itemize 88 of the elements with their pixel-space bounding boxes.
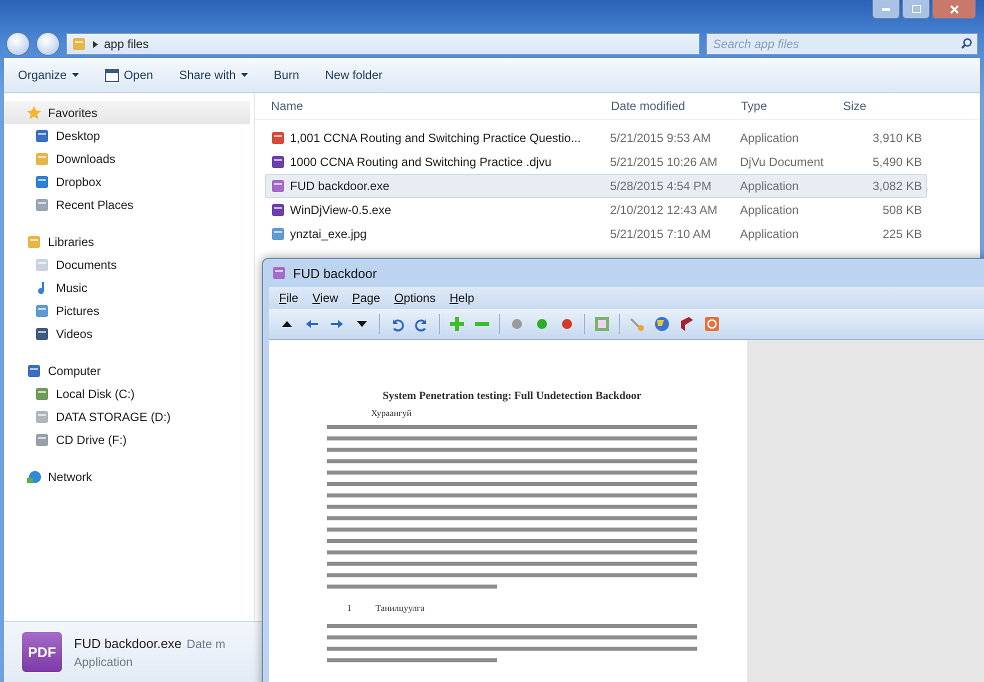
- file-row[interactable]: 1,001 CCNA Routing and Switching Practice Questio... 5/21/2015 9:53 AM Application 3,910 KB: [265, 126, 927, 150]
- file-type-icon: PDF: [22, 632, 62, 672]
- circle-icon[interactable]: [534, 316, 550, 332]
- sidebar-item[interactable]: Dropbox: [4, 170, 250, 193]
- type-cell-text: Application: [740, 203, 800, 217]
- file-row[interactable]: ynztai_exe.jpg 5/21/2015 7:10 AM Application 225 KB: [265, 222, 927, 246]
- date-cell-text: 5/28/2015 4:54 PM: [610, 179, 712, 193]
- sidebar-item[interactable]: Favorites: [4, 101, 250, 124]
- file-type: Application: [74, 654, 134, 668]
- circle-icon[interactable]: [559, 316, 575, 332]
- file-name: 1,001 CCNA Routing and Switching Practice Questio...: [290, 131, 581, 145]
- date-cell-text: 2/10/2012 12:43 AM: [610, 203, 718, 217]
- file-name: WinDjView-0.5.exe: [290, 203, 392, 217]
- date-cell-text: 5/21/2015 9:53 AM: [610, 131, 712, 145]
- section-number: 1: [347, 603, 352, 613]
- close-button[interactable]: [932, 0, 976, 19]
- menu-item[interactable]: View: [312, 291, 338, 305]
- sidebar-item[interactable]: Videos: [4, 322, 250, 345]
- minimize-icon: [882, 8, 890, 10]
- size-cell-text: 3,082 KB: [872, 179, 922, 193]
- sidebar-item[interactable]: Documents: [4, 253, 250, 276]
- chevron-icon: [93, 40, 98, 48]
- sidebar-item[interactable]: CD Drive (F:): [4, 428, 250, 451]
- back-button[interactable]: [6, 32, 30, 56]
- command-menu-button[interactable]: Organize: [18, 66, 79, 84]
- maximize-button[interactable]: [902, 0, 930, 19]
- type-cell-text: Application: [740, 227, 800, 241]
- file-name: FUD backdoor.exe: [290, 179, 390, 193]
- menu-item[interactable]: Help: [450, 291, 474, 305]
- network-icon: [26, 468, 42, 484]
- open-button[interactable]: Open: [104, 66, 154, 84]
- size-cell-text: 5,490 KB: [872, 155, 922, 169]
- picture-frame-icon[interactable]: [594, 316, 610, 332]
- maximize-icon: [912, 5, 920, 13]
- type-cell-text: Application: [740, 179, 800, 193]
- search-icon: [961, 38, 972, 49]
- power-icon[interactable]: [704, 316, 720, 332]
- command-button[interactable]: New folder: [325, 66, 382, 84]
- sidebar-item[interactable]: DATA STORAGE (D:): [4, 405, 250, 428]
- size-cell-text: 3,910 KB: [872, 131, 922, 145]
- section-heading: Танилцуулга: [376, 603, 424, 613]
- file-name: FUD backdoor.exe: [74, 636, 182, 650]
- column-header[interactable]: Name: [269, 99, 609, 113]
- sidebar-item[interactable]: Desktop: [4, 124, 250, 147]
- sidebar-item[interactable]: Pictures: [4, 299, 250, 322]
- search-field[interactable]: Search app files: [706, 33, 978, 55]
- menu-item[interactable]: Options: [394, 291, 436, 305]
- section-heading: Хураангуй: [370, 408, 413, 418]
- sidebar-item[interactable]: Computer: [4, 359, 250, 382]
- command-button[interactable]: Burn: [274, 66, 300, 84]
- column-header[interactable]: Date modified: [609, 99, 739, 113]
- star-icon: [26, 104, 42, 120]
- sidebar-item[interactable]: Local Disk (C:): [4, 382, 250, 405]
- date-cell-text: 5/21/2015 10:26 AM: [610, 155, 718, 169]
- menu-item[interactable]: Page: [352, 291, 380, 305]
- type-cell-text: Application: [740, 131, 800, 145]
- document-title: System Penetration testing: Full Undetection Backdoor: [382, 390, 642, 402]
- size-cell-text: 225 KB: [882, 227, 922, 241]
- size-cell-text: 508 KB: [882, 203, 922, 217]
- window-title: FUD backdoor: [293, 266, 377, 280]
- command-menu-button[interactable]: Share with: [179, 66, 248, 84]
- breadcrumb-item[interactable]: app files: [104, 37, 149, 51]
- sidebar-item[interactable]: Recent Places: [4, 193, 250, 216]
- file-name: ynztai_exe.jpg: [290, 227, 367, 241]
- sidebar-item[interactable]: Downloads: [4, 147, 250, 170]
- file-row[interactable]: 1000 CCNA Routing and Switching Practice .djvu 5/21/2015 10:26 AM DjVu Document 5,490 KB: [265, 150, 927, 174]
- window-icon: [104, 68, 119, 82]
- minimize-button[interactable]: [872, 0, 900, 19]
- file-row[interactable]: FUD backdoor.exe 5/28/2015 4:54 PM Application 3,082 KB: [265, 174, 927, 198]
- sidebar-item[interactable]: Network: [4, 465, 250, 488]
- field-label: Date m: [186, 636, 226, 650]
- column-header[interactable]: Type: [739, 99, 841, 113]
- address-bar[interactable]: app files: [66, 33, 700, 55]
- column-header[interactable]: Size: [841, 99, 921, 113]
- menu-item[interactable]: File: [279, 291, 298, 305]
- date-cell-text: 5/21/2015 7:10 AM: [610, 227, 712, 241]
- caret-icon: [72, 73, 79, 77]
- caret-icon: [240, 73, 248, 77]
- globe-icon[interactable]: [654, 316, 670, 332]
- type-cell-text: DjVu Document: [740, 155, 825, 169]
- file-name: 1000 CCNA Routing and Switching Practice .djvu: [290, 155, 552, 169]
- circle-icon[interactable]: [509, 316, 525, 332]
- sidebar-item[interactable]: Music: [4, 276, 250, 299]
- sidebar-item[interactable]: Libraries: [4, 230, 250, 253]
- file-row[interactable]: WinDjView-0.5.exe 2/10/2012 12:43 AM Application 508 KB: [265, 198, 927, 222]
- wand-icon[interactable]: [629, 316, 645, 332]
- close-icon: [950, 4, 958, 14]
- forward-button[interactable]: [36, 32, 60, 56]
